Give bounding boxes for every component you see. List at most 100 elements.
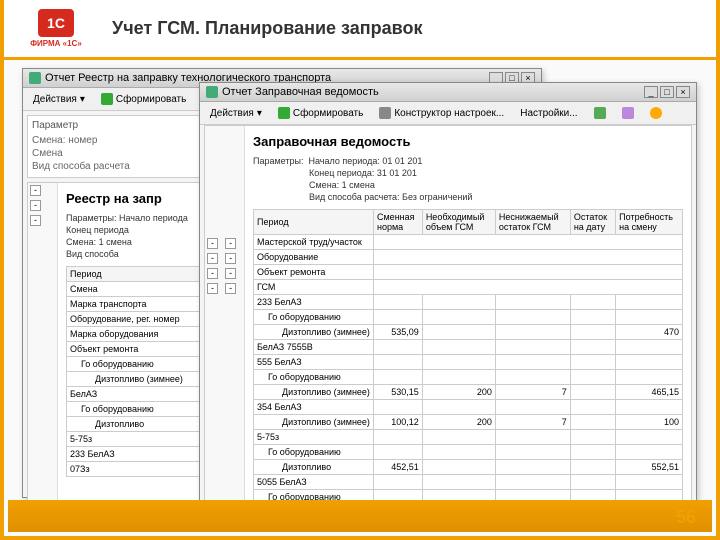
table-cell: 5055 БелАЗ [254,475,374,490]
table-row: Го оборудованию [254,310,683,325]
table-cell [422,355,495,370]
table-cell: Го оборудованию [254,445,374,460]
table-cell [374,370,423,385]
window-vedomost-title: Отчет Заправочная ведомость [222,86,379,98]
table-cell: ГСМ [254,280,374,295]
table-header-row: Период Сменная норма Необходимый объем Г… [254,210,683,235]
report-icon [206,86,218,98]
konstr-button[interactable]: Конструктор настроек... [375,105,508,121]
collapse-button[interactable]: - [207,238,218,249]
table-cell [570,475,615,490]
tree-gutter: - - - - - - - - [205,126,245,514]
table-cell [495,340,570,355]
table-row: Дизтопливо (зимнее)100,122007100 [254,415,683,430]
minimize-button[interactable]: _ [644,86,658,98]
table-cell: Дизтопливо (зимнее) [254,325,374,340]
sform-button[interactable]: Сформировать [274,105,368,121]
maximize-button[interactable]: □ [660,86,674,98]
col-period: Период [254,210,374,235]
collapse-button[interactable]: - [207,253,218,264]
table-cell [616,400,683,415]
table-cell: 7 [495,385,570,400]
table-cell [616,340,683,355]
table-cell: 200 [422,415,495,430]
help-button[interactable] [646,105,666,121]
collapse-button[interactable]: - [207,268,218,279]
table-cell [422,430,495,445]
table-cell: Дизтопливо [254,460,374,475]
wrench-icon [379,107,391,119]
table-cell [374,310,423,325]
collapse-button[interactable]: - [225,283,236,294]
collapse-button[interactable]: - [225,253,236,264]
footer-bar [8,500,712,532]
table-row: 5-75з [254,430,683,445]
close-button[interactable]: × [676,86,690,98]
settings-button[interactable]: Настройки... [516,106,581,121]
table-row: Го оборудованию [254,370,683,385]
logo-1c: 1C ФИРМА «1С» [16,6,96,51]
table-cell [422,340,495,355]
report-icon [29,72,41,84]
table-cell: Мастерской труд/участок [254,235,374,250]
question-icon [650,107,662,119]
toolbar-icon-1[interactable] [590,105,610,121]
vedomost-doc-area: - - - - - - - - Заправочная ведомость Па… [204,125,692,515]
table-cell [570,370,615,385]
table-cell: 465,15 [616,385,683,400]
play-icon [101,93,113,105]
table-cell [374,400,423,415]
table-row: 354 БелАЗ [254,400,683,415]
table-cell [422,370,495,385]
col-potreb: Потребность на смену [616,210,683,235]
vedomost-doc-params: Параметры: Начало периода: 01 01 201 Кон… [253,155,683,203]
table-cell [495,295,570,310]
table-row: Дизтопливо452,51 552,51 [254,460,683,475]
table-cell [616,370,683,385]
table-row: 5055 БелАЗ [254,475,683,490]
table-cell [495,370,570,385]
table-row: Дизтопливо (зимнее)535,09470 [254,325,683,340]
window-vedomost-titlebar[interactable]: Отчет Заправочная ведомость _ □ × [200,83,696,102]
table-cell [374,355,423,370]
collapse-button[interactable]: - [30,215,41,226]
vedomost-doc-title: Заправочная ведомость [253,134,683,149]
table-cell: 200 [422,385,495,400]
table-cell [570,415,615,430]
table-cell [495,445,570,460]
table-cell: 233 БелАЗ [254,295,374,310]
collapse-button[interactable]: - [225,268,236,279]
table-cell [495,355,570,370]
toolbar-icon-2[interactable] [618,105,638,121]
collapse-button[interactable]: - [207,283,218,294]
collapse-button[interactable]: - [30,200,41,211]
table-cell: 100 [616,415,683,430]
table-cell: Дизтопливо (зимнее) [254,415,374,430]
table-cell [495,430,570,445]
actions-menu[interactable]: Действия ▾ [29,92,89,107]
table-cell [374,295,423,310]
table-cell [616,445,683,460]
table-cell: 530,15 [374,385,423,400]
table-cell [422,445,495,460]
table-cell [422,325,495,340]
actions-menu[interactable]: Действия ▾ [206,106,266,121]
table-cell: Го оборудованию [254,310,374,325]
table-cell [570,325,615,340]
table-cell: 552,51 [616,460,683,475]
window-vedomost: Отчет Заправочная ведомость _ □ × Действ… [199,82,697,510]
collapse-button[interactable]: - [225,238,236,249]
slide-header: 1C ФИРМА «1С» Учет ГСМ. Планирование зап… [4,0,716,57]
table-cell [570,400,615,415]
table-cell: 555 БелАЗ [254,355,374,370]
page-title: Учет ГСМ. Планирование заправок [112,18,423,39]
table-cell: Объект ремонта [254,265,374,280]
logo-subtext: ФИРМА «1С» [30,39,82,48]
table-cell: 452,51 [374,460,423,475]
vedomost-table: Период Сменная норма Необходимый объем Г… [253,209,683,515]
table-cell: Го оборудованию [254,370,374,385]
sform-button[interactable]: Сформировать [97,91,191,107]
table-cell [374,430,423,445]
collapse-button[interactable]: - [30,185,41,196]
table-cell [570,355,615,370]
